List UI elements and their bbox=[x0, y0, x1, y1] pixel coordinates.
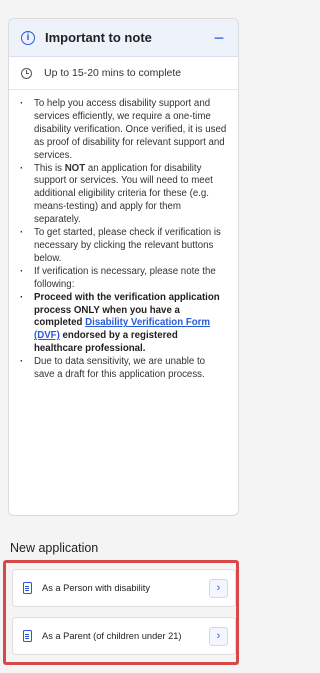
option-label: As a Person with disability bbox=[42, 583, 150, 593]
option-parent[interactable]: As a Parent (of children under 21) › bbox=[12, 617, 236, 655]
document-icon bbox=[23, 630, 32, 642]
collapse-button[interactable]: − bbox=[208, 29, 230, 47]
note-bullet-list: To help you access disability support an… bbox=[9, 90, 238, 382]
note-bullet: If verification is necessary, please not… bbox=[20, 265, 228, 292]
note-bullet-text: Due to data sensitivity, we are unable t… bbox=[34, 356, 206, 381]
info-icon: i bbox=[21, 30, 35, 45]
document-icon bbox=[23, 582, 32, 594]
note-bullet: Proceed with the verification applicatio… bbox=[20, 292, 228, 357]
clock-icon bbox=[21, 67, 32, 79]
note-bullet-text: If verification is necessary, please not… bbox=[34, 265, 216, 290]
note-bullet: To get started, please check if verifica… bbox=[20, 227, 228, 266]
note-bullet: Due to data sensitivity, we are unable t… bbox=[20, 356, 228, 382]
option-person-with-disability[interactable]: As a Person with disability › bbox=[12, 569, 236, 607]
important-note-card: i Important to note − Up to 15-20 mins t… bbox=[8, 18, 239, 516]
chevron-right-icon[interactable]: › bbox=[209, 578, 228, 598]
note-bullet-text: To help you access disability support an… bbox=[34, 98, 227, 161]
time-estimate-text: Up to 15-20 mins to complete bbox=[44, 67, 182, 79]
note-header[interactable]: i Important to note − bbox=[9, 19, 238, 57]
note-title: Important to note bbox=[45, 30, 152, 45]
note-bullet-text: This is bbox=[34, 162, 65, 174]
chevron-right-icon[interactable]: › bbox=[209, 626, 228, 646]
note-bullet-emphasis: NOT bbox=[64, 162, 86, 174]
note-bullet: To help you access disability support an… bbox=[20, 98, 228, 163]
option-label: As a Parent (of children under 21) bbox=[42, 631, 182, 641]
new-application-title: New application bbox=[10, 541, 99, 555]
note-bullet-text: To get started, please check if verifica… bbox=[34, 227, 221, 264]
time-estimate: Up to 15-20 mins to complete bbox=[9, 57, 238, 90]
note-bullet: This is NOT an application for disabilit… bbox=[20, 162, 228, 228]
